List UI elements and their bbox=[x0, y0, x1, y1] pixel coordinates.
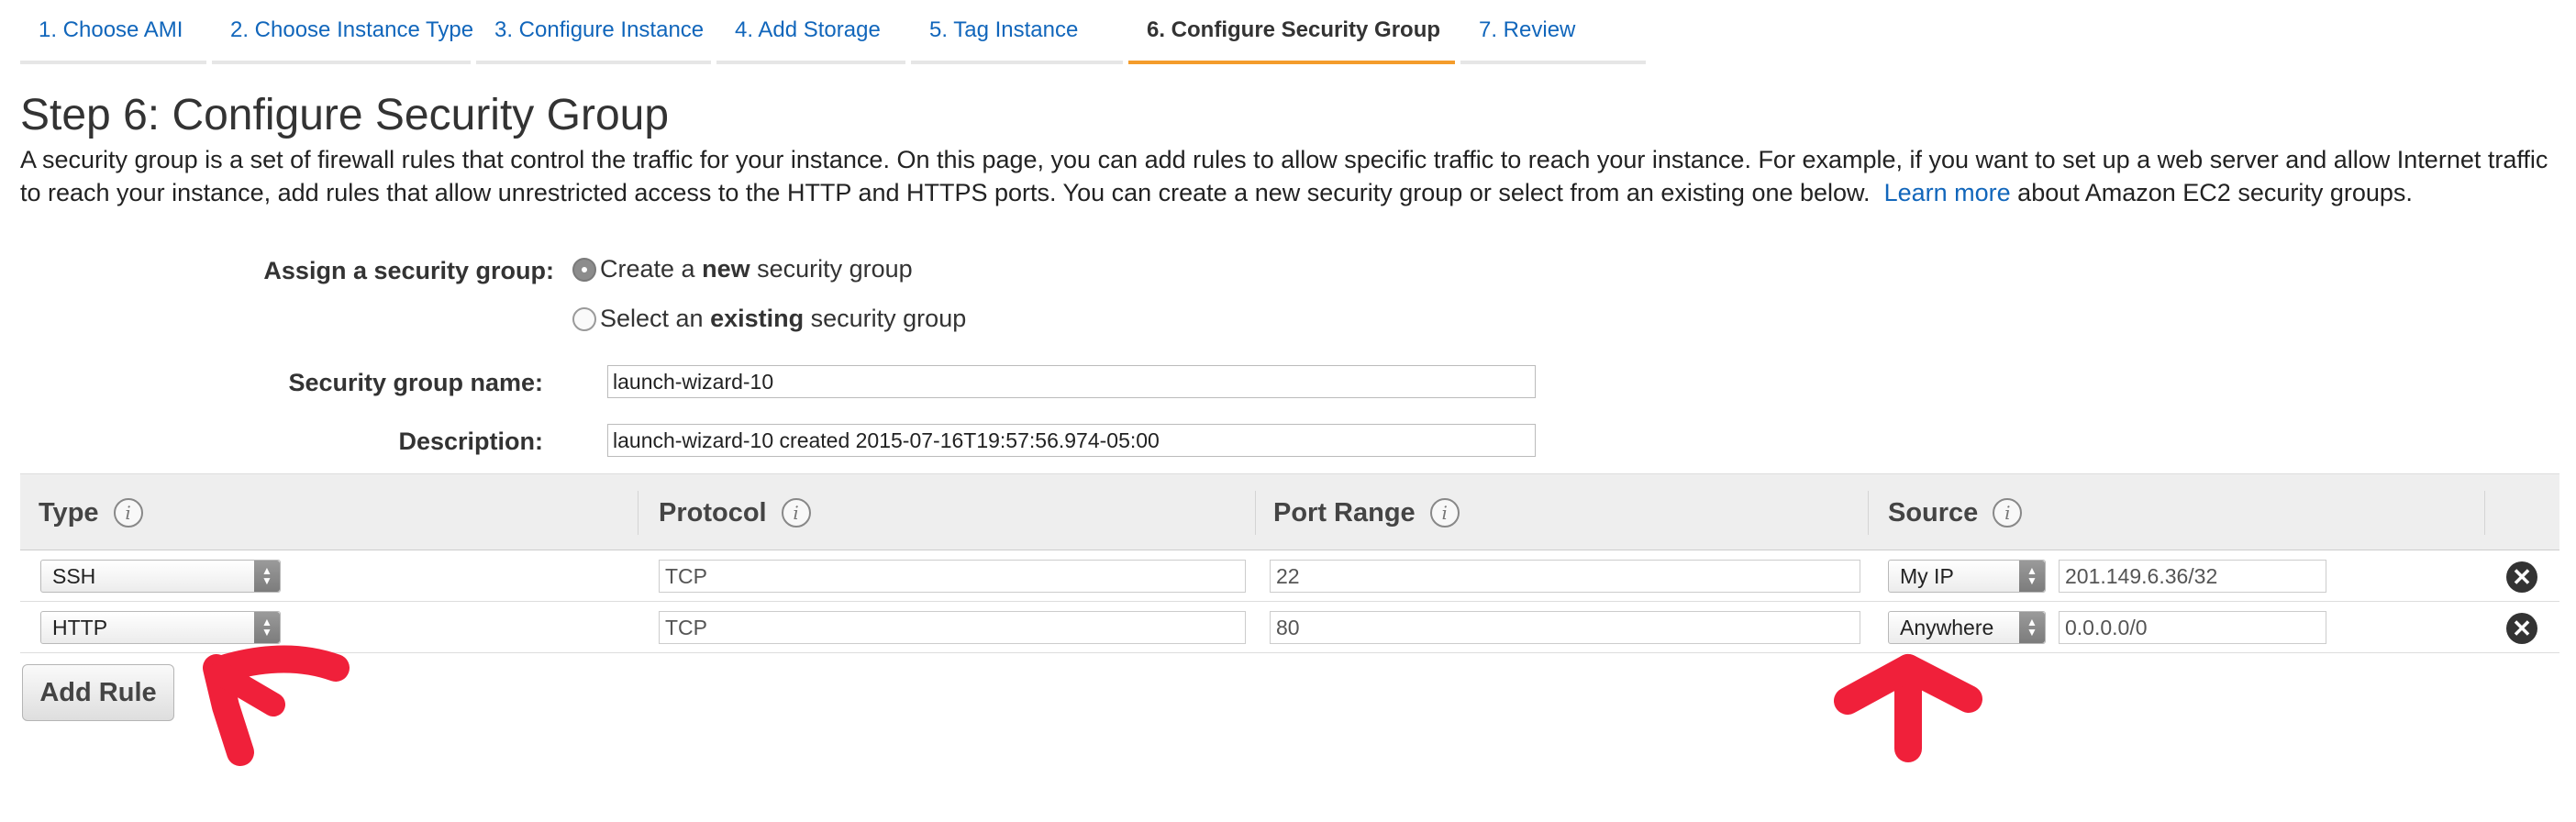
type-select[interactable]: SSH ▲ ▼ bbox=[40, 560, 281, 593]
column-divider bbox=[1868, 491, 1869, 535]
learn-more-link[interactable]: Learn more bbox=[1884, 179, 2011, 206]
source-select[interactable]: Anywhere ▲ ▼ bbox=[1888, 611, 2046, 644]
radio-create-new-label: Create a new security group bbox=[600, 255, 913, 283]
tab-choose-ami[interactable]: 1. Choose AMI bbox=[20, 0, 206, 64]
radio-select-existing-label: Select an existing security group bbox=[600, 305, 967, 332]
tab-add-storage[interactable]: 4. Add Storage bbox=[716, 0, 905, 64]
annotation-arrow-type bbox=[203, 645, 350, 766]
column-divider bbox=[1255, 491, 1256, 535]
table-row: SSH▲▼ My IP▲▼ ✕ bbox=[20, 550, 2559, 602]
rules-table-header: Type i Protocol i Port Range i Source i bbox=[20, 473, 2559, 550]
info-icon[interactable]: i bbox=[1993, 498, 2023, 528]
info-icon[interactable]: i bbox=[781, 498, 811, 528]
tab-configure-security-group[interactable]: 6. Configure Security Group bbox=[1128, 0, 1455, 64]
remove-rule-button[interactable]: ✕ bbox=[2506, 613, 2537, 644]
select-arrows-icon: ▲ ▼ bbox=[254, 612, 280, 643]
radio-select-existing-option[interactable]: Select an existing security group bbox=[572, 305, 966, 333]
close-icon: ✕ bbox=[2512, 615, 2532, 642]
page-title: Step 6: Configure Security Group bbox=[20, 91, 670, 139]
select-arrows-icon: ▲ ▼ bbox=[2019, 612, 2045, 643]
radio-create-new-option[interactable]: Create a new security group bbox=[572, 255, 913, 283]
description-label: Description: bbox=[398, 428, 543, 455]
table-row: HTTP▲▼ Anywhere▲▼ ✕ bbox=[20, 602, 2559, 653]
annotation-arrow-source bbox=[1834, 654, 1982, 762]
info-icon[interactable]: i bbox=[113, 498, 143, 528]
close-icon: ✕ bbox=[2512, 563, 2532, 591]
radio-create-new[interactable] bbox=[572, 257, 596, 282]
source-select[interactable]: My IP ▲ ▼ bbox=[1888, 560, 2046, 593]
tab-review[interactable]: 7. Review bbox=[1460, 0, 1646, 64]
security-group-name-label: Security group name: bbox=[288, 369, 543, 396]
port-range-input[interactable] bbox=[1270, 560, 1860, 593]
column-divider bbox=[2484, 491, 2485, 535]
column-header-type: Type i bbox=[39, 474, 143, 551]
info-icon[interactable]: i bbox=[1429, 498, 1460, 528]
protocol-input bbox=[659, 560, 1246, 593]
tab-tag-instance[interactable]: 5. Tag Instance bbox=[911, 0, 1123, 64]
intro-paragraph: A security group is a set of firewall ru… bbox=[20, 143, 2552, 209]
radio-select-existing[interactable] bbox=[572, 306, 596, 331]
select-arrows-icon: ▲ ▼ bbox=[2019, 561, 2045, 592]
source-cidr-input[interactable] bbox=[2059, 611, 2326, 644]
assign-security-group-label: Assign a security group: bbox=[263, 257, 554, 284]
type-select[interactable]: HTTP ▲ ▼ bbox=[40, 611, 281, 644]
protocol-input bbox=[659, 611, 1246, 644]
security-group-name-input[interactable] bbox=[607, 365, 1536, 398]
source-cidr-input[interactable] bbox=[2059, 560, 2326, 593]
select-arrows-icon: ▲ ▼ bbox=[254, 561, 280, 592]
tab-choose-instance-type[interactable]: 2. Choose Instance Type bbox=[212, 0, 473, 64]
add-rule-button[interactable]: Add Rule bbox=[22, 664, 174, 721]
wizard-steps: 1. Choose AMI 2. Choose Instance Type 3.… bbox=[20, 0, 1646, 64]
remove-rule-button[interactable]: ✕ bbox=[2506, 561, 2537, 593]
description-input[interactable] bbox=[607, 424, 1536, 457]
column-header-port-range: Port Range i bbox=[1273, 474, 1460, 551]
column-header-source: Source i bbox=[1888, 474, 2023, 551]
port-range-input[interactable] bbox=[1270, 611, 1860, 644]
intro-tail: about Amazon EC2 security groups. bbox=[2017, 179, 2413, 206]
column-header-protocol: Protocol i bbox=[659, 474, 811, 551]
tab-configure-instance[interactable]: 3. Configure Instance bbox=[476, 0, 711, 64]
